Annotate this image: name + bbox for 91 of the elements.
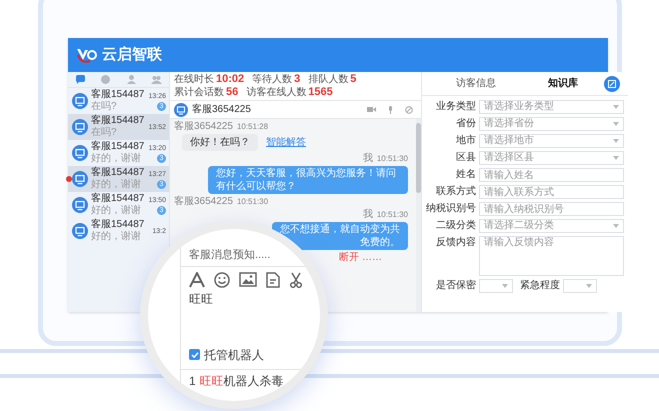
logo-icon [76, 46, 98, 64]
session-preview: 好的，谢谢 [91, 179, 142, 191]
monitor-avatar-icon [72, 171, 88, 187]
monitor-avatar-icon [72, 119, 88, 135]
message-time: 10:51:30 [236, 196, 268, 207]
field-label: 反馈内容 [435, 236, 476, 250]
microphone-icon[interactable] [388, 106, 393, 114]
message-time: 10:51:30 [376, 209, 408, 220]
incoming-message-bubble: 你好！在吗？ [182, 134, 258, 151]
sender-name: 我 [362, 209, 373, 220]
session-preview: 好的，谢谢 [91, 153, 142, 165]
robot-checkbox[interactable] [189, 349, 200, 360]
field-label: 是否保密 [435, 279, 476, 293]
suggestion-text: 机器人杀毒 [224, 372, 284, 390]
monitor-avatar-icon [174, 102, 188, 116]
font-icon[interactable] [189, 272, 205, 288]
stat-label: 访客在线人数 [246, 87, 306, 99]
stat-value: 5 [350, 73, 356, 85]
field-label: 区县 [455, 151, 476, 165]
stat-label: 等待人数 [252, 74, 292, 86]
logo-text: 云启智联 [102, 44, 162, 65]
scrollbar-thumb[interactable] [416, 123, 421, 193]
message-text: 您好，天天客服，很高兴为您服务！请问有什么可以帮您？ [216, 167, 397, 193]
video-icon[interactable] [367, 106, 376, 113]
session-name: 客服154487 [91, 89, 146, 101]
edit-icon [608, 80, 616, 88]
text-input-field[interactable]: 请输入联系方式 [479, 185, 624, 199]
session-name: 客服154487 [91, 167, 146, 178]
block-icon[interactable] [405, 106, 413, 114]
suggestion-keyword: 旺旺 [200, 372, 224, 390]
field-label: 地市 [455, 134, 476, 148]
message-text: 免费的。 [360, 236, 400, 249]
session-name: 客服154487 [91, 193, 146, 204]
field-label: 二级分类 [435, 219, 476, 233]
stat-label: 排队人数 [308, 74, 348, 86]
field-label: 业务类型 [435, 100, 476, 114]
caret-icon [502, 284, 508, 288]
select-field[interactable] [479, 279, 513, 293]
stat-value: 10:02 [216, 73, 244, 85]
stat-value: 56 [226, 86, 238, 98]
session-preview: 好的，谢谢 [91, 205, 142, 217]
message-text: 您不想接通，就自动变为共 [280, 223, 400, 236]
caret-icon [613, 156, 619, 160]
caret-icon [613, 139, 619, 143]
sender-name: 我 [362, 153, 373, 164]
panel-tab[interactable]: 知识库 [548, 76, 578, 91]
chat-tab-icon[interactable] [75, 74, 86, 85]
session-name: 客服154487 [91, 219, 146, 230]
stat-value: 1565 [308, 86, 333, 98]
session-name: 客服154487 [91, 115, 146, 127]
text-input-field[interactable]: 请输入姓名 [479, 168, 624, 182]
monitor-avatar-icon [72, 93, 88, 109]
session-preview: 在吗? [91, 101, 118, 113]
session-preview: 在吗? [91, 127, 118, 139]
caret-icon [613, 105, 619, 109]
caret-icon [613, 122, 619, 126]
select-field[interactable] [563, 279, 597, 293]
panel-tab[interactable]: 访客信息 [456, 76, 496, 91]
message-time: 10:51:28 [236, 121, 268, 132]
message-input-field[interactable]: 客服消息预知..... [189, 247, 270, 264]
robot-label: 托管机器人 [204, 346, 264, 364]
caret-icon [586, 284, 592, 288]
session-preview: 好的，谢谢 [91, 231, 142, 243]
stat-label: 累计会话数 [174, 87, 224, 99]
suggestion-number: 1 [189, 372, 196, 390]
monitor-avatar-icon [72, 223, 88, 239]
caret-icon [613, 224, 619, 228]
image-icon[interactable] [239, 272, 257, 287]
group-tab-icon[interactable] [150, 74, 162, 85]
monitor-avatar-icon [72, 145, 88, 161]
text-input-field[interactable]: 请输入纳税识别号 [479, 202, 624, 216]
sender-name: 客服3654225 [174, 121, 233, 132]
sender-name: 客服3654225 [174, 196, 233, 207]
monitor-avatar-icon [72, 197, 88, 213]
session-name: 客服154487 [91, 141, 146, 152]
typed-text: 旺旺 [188, 290, 214, 308]
emoji-icon[interactable] [214, 272, 230, 288]
stat-value: 3 [294, 73, 300, 85]
chat-title: 客服3654225 [192, 102, 252, 117]
field-label: 纳税识别号 [426, 202, 476, 216]
edit-button[interactable] [604, 76, 620, 92]
stat-label: 在线时长 [174, 74, 214, 86]
file-icon[interactable] [266, 272, 280, 288]
disconnect-notice: 断开 …… [339, 252, 382, 263]
field-label: 姓名 [455, 168, 476, 182]
scissors-icon[interactable] [289, 272, 303, 288]
field-label: 联系方式 [435, 185, 476, 199]
person-tab-icon[interactable] [126, 74, 137, 85]
field-label: 省份 [455, 117, 476, 131]
message-time: 10:51:30 [376, 153, 408, 164]
field-label: 紧急程度 [520, 279, 560, 293]
